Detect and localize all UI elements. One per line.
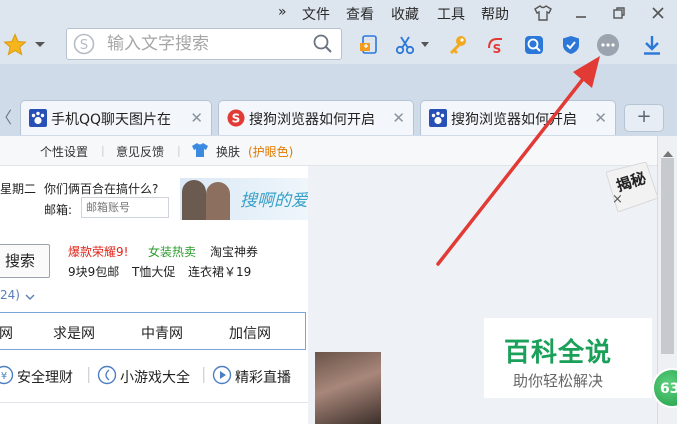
tab-qq-chat-image[interactable]: 手机QQ聊天图片在 ✕ [20,100,212,135]
search-input[interactable] [107,33,307,55]
search-icon[interactable] [313,34,333,58]
paw-icon [429,109,447,127]
search-box: S [66,28,342,60]
favorites-dropdown-icon[interactable] [30,31,50,59]
promo-nine-link[interactable]: 9块9包邮 [68,263,119,280]
menu-file[interactable]: 文件 [302,4,330,24]
banner-title: 搜啊的爱 [240,191,308,211]
headline-link[interactable]: 你们俩百合在搞什么? [44,180,158,197]
scissors-dropdown-icon[interactable] [418,31,432,59]
service-link[interactable]: 精彩直播 [235,367,291,387]
promo-hot-link[interactable]: 爆款荣耀9! [68,243,128,260]
tab-close-icon[interactable]: ✕ [190,109,203,127]
key-icon[interactable] [444,31,472,59]
tab-title: 搜狗浏览器如何开启 [451,112,577,128]
change-skin-link[interactable]: 换肤 [216,143,240,160]
promo-dress-link[interactable]: 连衣裙￥19 [188,263,251,280]
personal-settings-link[interactable]: 个性设置 [40,143,88,160]
moon-icon [97,365,117,389]
translate-icon[interactable]: S [482,31,510,59]
svg-text:S: S [232,112,241,126]
restore-icon[interactable] [609,3,629,23]
mail-label: 邮箱: [44,203,73,217]
mail-account-input[interactable] [81,197,169,218]
baike-watermark: 百科全说 助你轻松解决 [484,318,652,398]
menu-help[interactable]: 帮助 [481,4,509,24]
svg-text:S: S [493,42,502,56]
service-row: ¥ 安全理财 | 小游戏大全 | 精彩直播 [0,358,308,394]
feedback-link[interactable]: 意见反馈 [116,143,164,160]
service-link[interactable]: 安全理财 [17,367,73,387]
sogou-search-icon: S [73,33,95,59]
scroll-thumb[interactable] [661,158,674,354]
actress-figure [206,182,230,220]
tab-scroll-left-icon[interactable]: 〈 [0,104,12,128]
menu-overflow-chevron[interactable]: » [278,4,287,20]
homepage-panel: 星期二 你们俩百合在搞什么? 邮箱: 搜啊的爱 搜索 爆款荣耀9! 女装热卖 淘… [0,166,308,424]
search-button[interactable]: 搜索 [0,244,50,278]
new-tab-button[interactable]: + [624,104,664,132]
toolbar: S S [0,26,677,64]
svg-text:¥: ¥ [1,371,7,382]
divider: | [201,364,207,383]
floating-badge-label: 63 [660,381,677,397]
menu-bar: » 文件 查看 收藏 工具 帮助 [0,0,677,26]
site-link[interactable]: 网 [0,323,13,343]
panel-bottom [0,402,308,424]
scissors-icon[interactable] [391,31,419,59]
favorites-star-icon[interactable] [0,31,30,59]
download-icon[interactable] [638,31,666,59]
service-link[interactable]: 小游戏大全 [120,367,190,387]
promo-taobao-link[interactable]: 淘宝神券 [210,243,258,260]
count-label: 24) [0,288,20,302]
actor-figure [182,180,206,220]
site-link[interactable]: 求是网 [53,323,95,343]
tab-title: 手机QQ聊天图片在 [51,112,172,128]
site-links-row: 网 求是网 中青网 加信网 [0,312,306,350]
divider: | [101,144,105,157]
reveal-close-icon[interactable]: × [612,192,623,207]
menu-tools[interactable]: 工具 [437,4,465,24]
tab-strip: 〈 手机QQ聊天图片在 ✕ S 搜狗浏览器如何开启 ✕ 搜狗浏览器如何开启 ✕ … [0,64,677,136]
tab-sogou-browser-1[interactable]: S 搜狗浏览器如何开启 ✕ [218,100,414,135]
watermark-title: 百科全说 [504,338,613,368]
tab-sogou-browser-2[interactable]: 搜狗浏览器如何开启 ✕ [420,100,616,135]
paw-icon [29,109,47,127]
svg-text:S: S [80,38,88,53]
divider: | [177,144,181,157]
tshirt-icon [191,142,209,162]
skin-tshirt-icon[interactable] [533,3,553,23]
weekday-label: 星期二 [0,182,37,196]
drama-banner[interactable]: 搜啊的爱 [180,178,308,220]
shield-icon[interactable] [557,31,585,59]
eye-protect-link[interactable]: (护眼色) [248,143,293,160]
settings-bar: 个性设置 | 意见反馈 | 换肤 (护眼色) [0,136,657,166]
reveal-badge[interactable]: 揭秘 × [606,162,657,212]
sogou-icon: S [227,109,245,127]
sidebar-add-icon[interactable] [355,31,383,59]
watermark-subtitle: 助你轻松解决 [513,372,604,390]
yen-icon: ¥ [0,365,14,389]
tab-close-icon[interactable]: ✕ [594,109,607,127]
screenshot-search-icon[interactable] [520,31,548,59]
promo-tshirt-link[interactable]: T恤大促 [132,263,175,280]
site-link[interactable]: 加信网 [229,323,271,343]
promo-photo[interactable] [315,352,381,424]
search-button-label: 搜索 [4,252,35,270]
play-icon [212,365,232,389]
minimize-icon[interactable] [571,3,591,23]
menu-favorites[interactable]: 收藏 [391,4,419,24]
chevron-down-icon[interactable] [25,287,35,306]
site-link[interactable]: 中青网 [141,323,183,343]
promo-fashion-link[interactable]: 女装热卖 [148,243,196,260]
tab-close-icon[interactable]: ✕ [392,109,405,127]
more-options-icon[interactable] [594,31,622,59]
menu-view[interactable]: 查看 [346,4,374,24]
tab-title: 搜狗浏览器如何开启 [249,112,375,128]
divider: | [86,364,92,383]
close-window-icon[interactable] [648,3,668,23]
